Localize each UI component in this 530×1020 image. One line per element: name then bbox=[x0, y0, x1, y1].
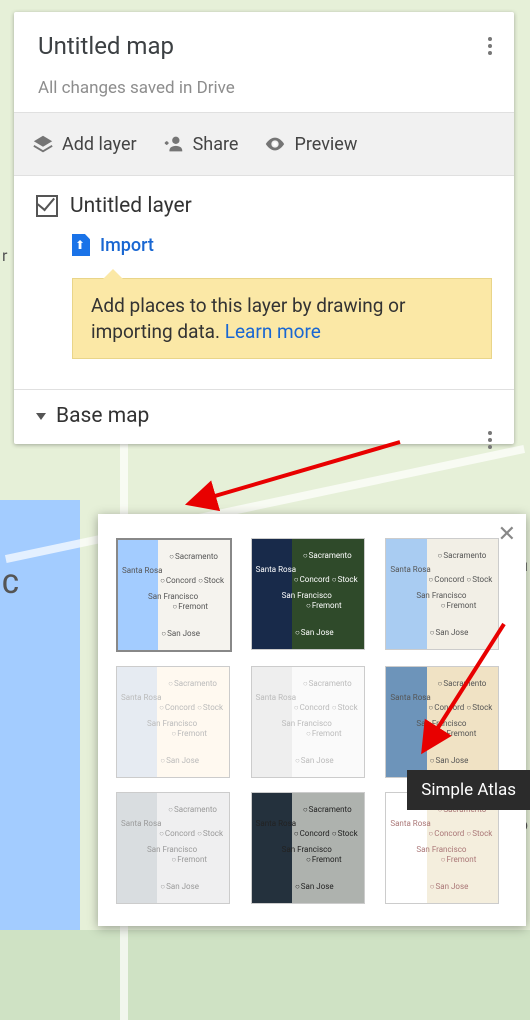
base-map-label: Base map bbox=[56, 404, 149, 428]
save-status: All changes saved in Drive bbox=[38, 78, 490, 98]
base-map-style-popup: ✕ SacramentoSanta RosaConcordStockSan Fr… bbox=[98, 514, 526, 926]
close-icon[interactable]: ✕ bbox=[498, 522, 516, 547]
layers-icon bbox=[32, 133, 54, 155]
import-label: Import bbox=[100, 235, 154, 256]
layer-tip: Add places to this layer by drawing or i… bbox=[72, 278, 492, 359]
style-thumb-dark-water[interactable]: SacramentoSanta RosaConcordStockSan Fran… bbox=[251, 792, 365, 904]
layer-name[interactable]: Untitled layer bbox=[70, 194, 192, 218]
preview-button[interactable]: Preview bbox=[254, 127, 367, 161]
map-editor-panel: Untitled map All changes saved in Drive … bbox=[14, 12, 514, 444]
toolbar: Add layer Share Preview bbox=[14, 112, 514, 176]
map-label: r bbox=[2, 246, 7, 265]
style-tooltip: Simple Atlas bbox=[407, 770, 530, 810]
style-thumb-map[interactable]: SacramentoSanta RosaConcordStockSan Fran… bbox=[116, 538, 232, 652]
preview-label: Preview bbox=[294, 134, 357, 155]
chevron-down-icon bbox=[36, 413, 46, 420]
layer-options-menu[interactable] bbox=[478, 428, 502, 452]
map-title[interactable]: Untitled map bbox=[38, 32, 490, 60]
map-options-menu[interactable] bbox=[478, 34, 502, 58]
style-thumb-satellite[interactable]: SacramentoSanta RosaConcordStockSan Fran… bbox=[251, 538, 365, 650]
layer-visibility-checkbox[interactable] bbox=[36, 195, 58, 217]
style-thumb-light-land[interactable]: SacramentoSanta RosaConcordStockSan Fran… bbox=[116, 792, 230, 904]
person-add-icon bbox=[163, 133, 185, 155]
share-label: Share bbox=[193, 134, 239, 155]
style-thumb-mono-light[interactable]: SacramentoSanta RosaConcordStockSan Fran… bbox=[251, 666, 365, 778]
base-map-toggle[interactable]: Base map bbox=[14, 389, 514, 444]
style-thumb-atlas[interactable]: SacramentoSanta RosaConcordStockSan Fran… bbox=[385, 666, 499, 778]
layer-section: Untitled layer Import Add places to this… bbox=[14, 176, 514, 389]
map-label: C bbox=[2, 570, 19, 600]
style-thumb-light-pol[interactable]: SacramentoSanta RosaConcordStockSan Fran… bbox=[116, 666, 230, 778]
import-button[interactable]: Import bbox=[72, 234, 492, 256]
style-thumb-terrain[interactable]: SacramentoSanta RosaConcordStockSan Fran… bbox=[385, 538, 499, 650]
add-layer-button[interactable]: Add layer bbox=[22, 127, 147, 161]
add-layer-label: Add layer bbox=[62, 134, 137, 155]
upload-file-icon bbox=[72, 234, 90, 256]
learn-more-link[interactable]: Learn more bbox=[225, 320, 321, 343]
eye-icon bbox=[264, 133, 286, 155]
share-button[interactable]: Share bbox=[153, 127, 249, 161]
